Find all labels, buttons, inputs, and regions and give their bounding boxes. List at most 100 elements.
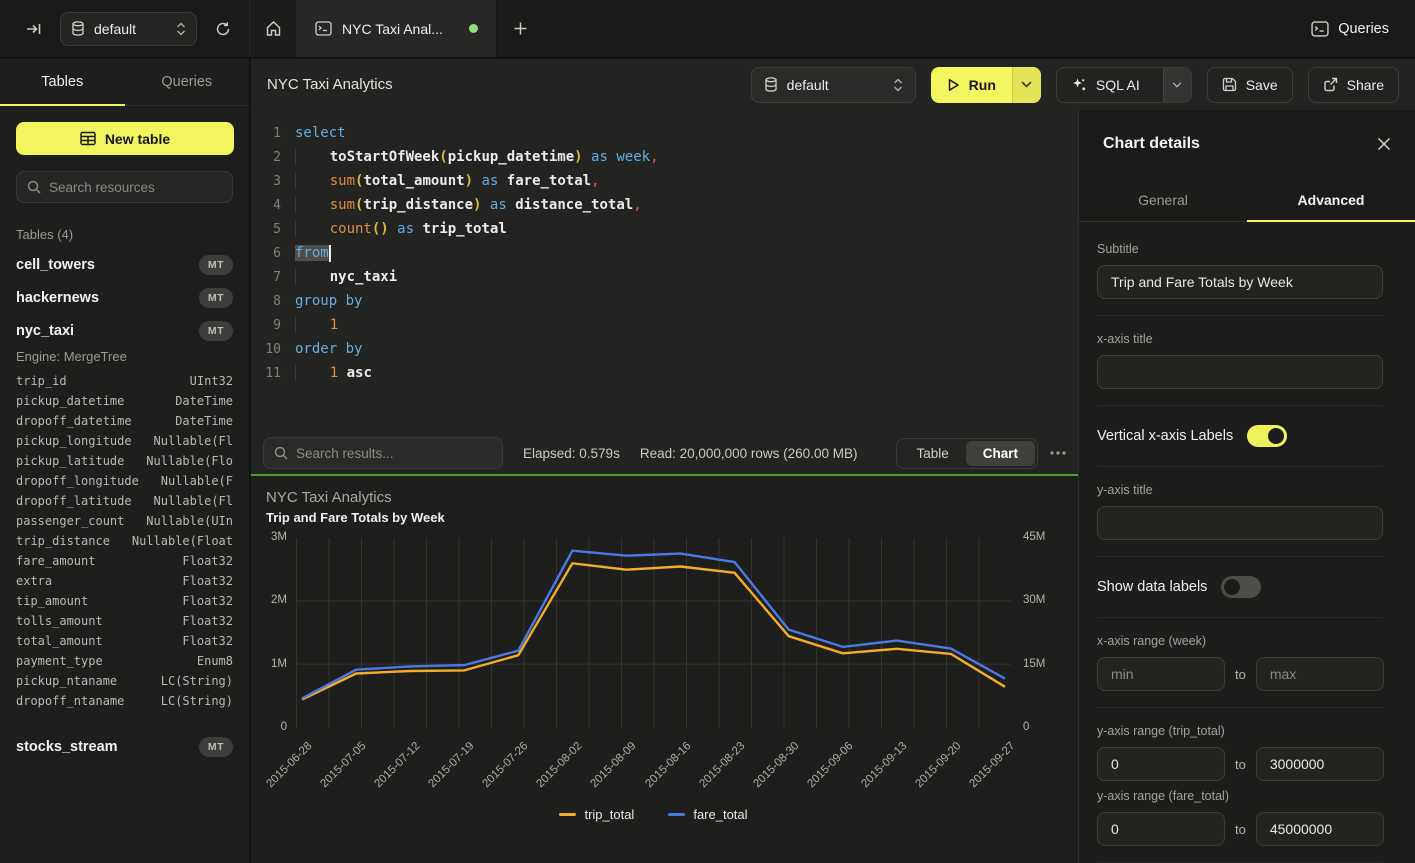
column-type: Float32: [182, 614, 233, 634]
column-type: Nullable(UIn: [146, 514, 233, 534]
x-axis-title-input[interactable]: [1097, 355, 1383, 389]
home-icon: [265, 20, 282, 37]
y-range-fare-min-input[interactable]: [1097, 812, 1225, 846]
column-row: pickup_datetimeDateTime: [16, 394, 233, 414]
column-row: dropoff_longitudeNullable(F: [16, 474, 233, 494]
toggle-knob: [1268, 428, 1284, 444]
code-line[interactable]: 1select: [251, 121, 1078, 145]
code-line[interactable]: 5 count() as trip_total: [251, 217, 1078, 241]
column-type: DateTime: [175, 414, 233, 434]
sql-ai-label: SQL AI: [1096, 77, 1140, 93]
code-line[interactable]: 6from: [251, 241, 1078, 265]
panel-tab-general[interactable]: General: [1079, 178, 1247, 221]
show-data-labels-toggle[interactable]: [1221, 576, 1261, 598]
query-header: NYC Taxi Analytics default Run SQL AI: [251, 59, 1415, 110]
sidebar-search[interactable]: [16, 171, 233, 203]
refresh-button[interactable]: [211, 17, 235, 41]
run-button[interactable]: Run: [931, 67, 1041, 103]
view-toggle-chart[interactable]: Chart: [966, 441, 1035, 466]
x-axis-tick: 2015-06-28: [264, 740, 314, 790]
results-search-input[interactable]: [296, 446, 492, 461]
x-range-max-input[interactable]: [1256, 657, 1384, 691]
code-line[interactable]: 9 1: [251, 313, 1078, 337]
code-text: from: [295, 245, 331, 262]
line-chart: [296, 538, 1011, 728]
table-row-nyc-taxi[interactable]: nyc_taxi MT: [0, 314, 249, 347]
line-number: 5: [251, 222, 281, 237]
to-label: to: [1235, 822, 1246, 837]
panel-tab-advanced[interactable]: Advanced: [1247, 178, 1415, 221]
legend-label: fare_total: [693, 807, 747, 822]
new-tab-button[interactable]: [497, 0, 543, 57]
code-line[interactable]: 11 1 asc: [251, 361, 1078, 385]
database-icon: [71, 21, 85, 36]
line-number: 9: [251, 318, 281, 333]
x-axis-tick: 2015-08-23: [697, 740, 747, 790]
table-row-stocks-stream[interactable]: stocks_stream MT: [0, 730, 249, 763]
view-toggle-table[interactable]: Table: [899, 441, 965, 466]
text-cursor: [329, 245, 331, 262]
sidebar-tab-tables[interactable]: Tables: [0, 59, 125, 105]
code-line[interactable]: 3 sum(total_amount) as fare_total,: [251, 169, 1078, 193]
x-axis-tick: 2015-08-16: [643, 740, 693, 790]
column-type: LC(String): [161, 674, 233, 694]
close-panel-button[interactable]: [1377, 137, 1391, 151]
sql-ai-options-button[interactable]: [1163, 68, 1191, 102]
tables-section-label: Tables (4): [0, 213, 249, 248]
divider: [1097, 466, 1383, 467]
column-type: Nullable(Fl: [154, 434, 233, 454]
home-button[interactable]: [250, 0, 297, 57]
column-row: dropoff_latitudeNullable(Fl: [16, 494, 233, 514]
sql-editor[interactable]: 1select2 toStartOfWeek(pickup_datetime) …: [251, 110, 1078, 432]
table-row-hackernews[interactable]: hackernews MT: [0, 281, 249, 314]
x-axis-tick: 2015-09-27: [967, 740, 1017, 790]
code-line[interactable]: 2 toStartOfWeek(pickup_datetime) as week…: [251, 145, 1078, 169]
column-type: Float32: [182, 554, 233, 574]
more-options-button[interactable]: [1050, 451, 1066, 455]
x-axis-tick: 2015-09-06: [805, 740, 855, 790]
column-row: pickup_latitudeNullable(Flo: [16, 454, 233, 474]
x-axis-tick: 2015-09-13: [859, 740, 909, 790]
x-axis-tick: 2015-07-12: [373, 740, 423, 790]
queries-button[interactable]: Queries: [1285, 0, 1415, 57]
vertical-x-axis-labels-toggle[interactable]: [1247, 425, 1287, 447]
y-axis-title-field-label: y-axis title: [1097, 483, 1383, 497]
chart-plot-area[interactable]: [296, 538, 1011, 728]
new-table-button[interactable]: New table: [16, 122, 234, 155]
tab-nyc-taxi-analytics[interactable]: NYC Taxi Anal...: [297, 0, 497, 57]
table-name: hackernews: [16, 290, 99, 306]
code-line[interactable]: 8group by: [251, 289, 1078, 313]
code-line[interactable]: 7 nyc_taxi: [251, 265, 1078, 289]
results-search[interactable]: [263, 437, 503, 469]
column-row: dropoff_datetimeDateTime: [16, 414, 233, 434]
column-name: fare_amount: [16, 554, 95, 574]
x-range-min-input[interactable]: [1097, 657, 1225, 691]
y-range-trip-max-input[interactable]: [1256, 747, 1384, 781]
code-line[interactable]: 10order by: [251, 337, 1078, 361]
collapse-sidebar-button[interactable]: [22, 17, 46, 41]
legend-item-fare_total[interactable]: fare_total: [668, 807, 747, 822]
subtitle-input[interactable]: [1097, 265, 1383, 299]
column-row: dropoff_ntanameLC(String): [16, 694, 233, 714]
code-line[interactable]: 4 sum(trip_distance) as distance_total,: [251, 193, 1078, 217]
code-text: sum(total_amount) as fare_total,: [295, 173, 600, 189]
sql-ai-button[interactable]: SQL AI: [1056, 67, 1192, 103]
column-row: tolls_amountFloat32: [16, 614, 233, 634]
results-toolbar: Elapsed: 0.579s Read: 20,000,000 rows (2…: [251, 432, 1078, 476]
share-button[interactable]: Share: [1308, 67, 1399, 103]
legend-item-trip_total[interactable]: trip_total: [559, 807, 634, 822]
column-type: Float32: [182, 594, 233, 614]
query-database-selector[interactable]: default: [751, 67, 916, 103]
database-icon: [764, 77, 778, 92]
sidebar-search-input[interactable]: [49, 180, 226, 195]
run-options-button[interactable]: [1012, 67, 1041, 103]
y-range-trip-min-input[interactable]: [1097, 747, 1225, 781]
column-name: extra: [16, 574, 52, 594]
y-axis-title-input[interactable]: [1097, 506, 1383, 540]
database-selector[interactable]: default: [60, 12, 197, 46]
save-button[interactable]: Save: [1207, 67, 1293, 103]
table-row-cell-towers[interactable]: cell_towers MT: [0, 248, 249, 281]
to-label: to: [1235, 667, 1246, 682]
sidebar-tab-queries[interactable]: Queries: [125, 59, 250, 105]
y-range-fare-max-input[interactable]: [1256, 812, 1384, 846]
